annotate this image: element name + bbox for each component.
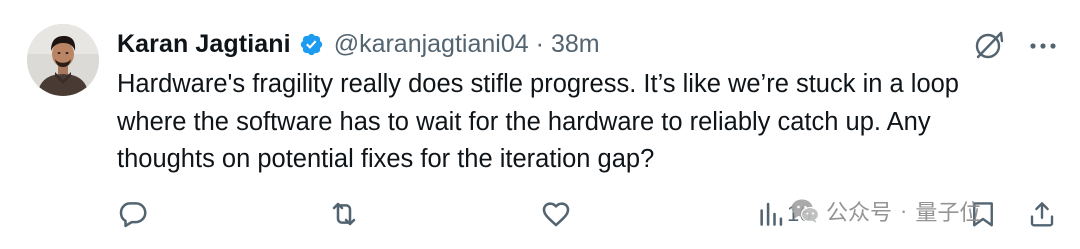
reply-button[interactable] (117, 196, 149, 232)
tweet-text: Hardware's fragility really does stifle … (117, 66, 1062, 179)
watermark-name: 量子位 (915, 200, 982, 225)
meta-separator: · (535, 29, 544, 58)
more-dots-icon[interactable] (1028, 38, 1058, 49)
retweet-button[interactable] (328, 196, 360, 232)
avatar-photo (27, 24, 99, 96)
share-icon (1030, 202, 1054, 227)
tweet-timestamp[interactable]: 38m (551, 30, 600, 58)
like-button[interactable] (540, 196, 572, 232)
share-button[interactable] (1027, 196, 1057, 232)
reply-icon (119, 202, 147, 228)
wechat-icon (791, 199, 820, 223)
heart-icon (542, 202, 570, 227)
analytics-icon (760, 202, 783, 226)
tweet-card[interactable]: Karan Jagtiani @karanjagtiani04 · 38m Hard… (0, 0, 1080, 249)
grok-icon[interactable] (972, 28, 1006, 62)
tweet-text-line: Hardware's fragility really does stifle … (117, 70, 959, 98)
tweet-text-line: where the software has to wait for the h… (117, 107, 931, 136)
watermark-channel: 公众号 (826, 200, 893, 225)
retweet-icon (332, 202, 356, 226)
watermark: 公众号 · 量子位 (790, 193, 981, 229)
author-handle[interactable]: @karanjagtiani04 (334, 30, 529, 58)
verified-badge-icon[interactable] (299, 32, 324, 57)
tweet-text-line: thoughts on potential fixes for the iter… (117, 145, 655, 173)
watermark-separator: · (900, 198, 908, 223)
avatar[interactable] (27, 24, 99, 96)
author-display-name[interactable]: Karan Jagtiani (117, 30, 291, 59)
tweet-header: Karan Jagtiani @karanjagtiani04 · 38m (117, 26, 600, 62)
author-meta: @karanjagtiani04 · 38m (334, 30, 600, 59)
